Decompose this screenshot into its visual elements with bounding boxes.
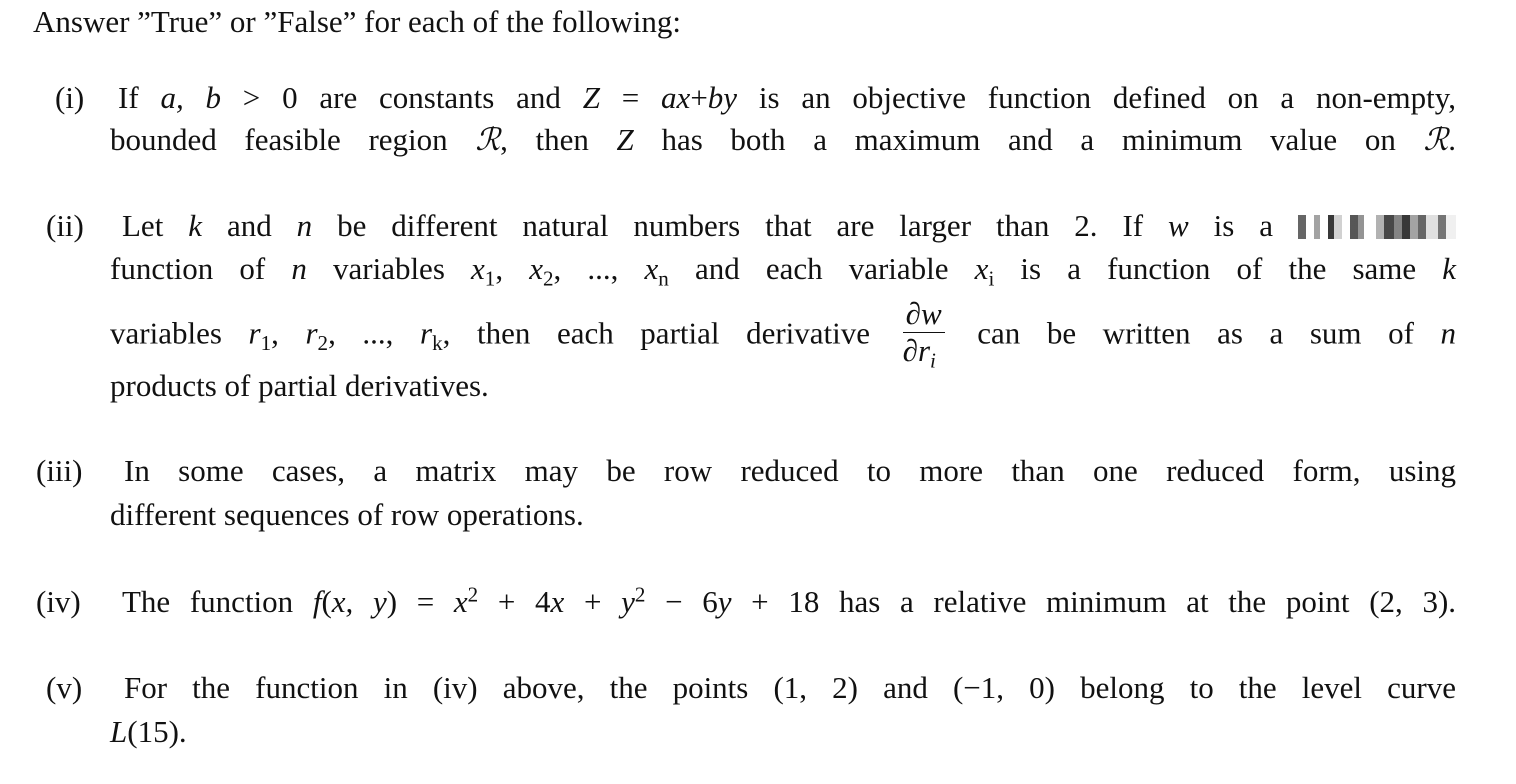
item-label: (v) <box>46 670 83 705</box>
text: , then each partial derivative <box>442 315 871 351</box>
text: variables <box>306 251 472 286</box>
math-var: r <box>305 315 318 351</box>
text: = <box>599 80 662 115</box>
math-var: y <box>717 584 732 619</box>
text: and <box>202 208 297 243</box>
math-var: y <box>621 584 635 619</box>
text: ( <box>321 584 332 619</box>
math-var: x <box>471 251 485 286</box>
math-var: x <box>453 584 468 619</box>
text: bounded feasible region <box>110 122 476 157</box>
question-text-line: The function f(x, y) = x2 + 4x + y2 − 6y… <box>122 584 1456 620</box>
math-var: x <box>974 251 989 286</box>
subscript: k <box>432 330 443 355</box>
text: and each variable <box>668 251 975 286</box>
text: If <box>118 80 161 115</box>
text: has both a maximum and a minimum value o… <box>633 122 1424 157</box>
text: , then <box>500 122 617 157</box>
subscript: 2 <box>317 330 329 355</box>
subscript: 2 <box>542 266 554 291</box>
text: In some cases, a matrix may be row reduc… <box>124 453 1456 488</box>
text: For the function in (iv) above, the poin… <box>124 670 1456 705</box>
text: > 0 are constants and <box>221 80 583 115</box>
text: is a function of the same <box>994 251 1443 286</box>
item-label: (i) <box>55 80 85 115</box>
text: variables <box>110 315 249 351</box>
math-var: L <box>110 714 128 749</box>
math-var: x <box>644 251 659 286</box>
math-var: ℛ <box>1423 122 1449 158</box>
math-var: k <box>1442 251 1457 286</box>
subscript: n <box>658 266 669 291</box>
fraction-numerator: ∂w <box>902 296 945 333</box>
text: ) = <box>386 584 454 619</box>
partial-derivative-fraction: ∂w ∂ri <box>902 296 945 371</box>
text: different sequences of row operations. <box>110 497 584 532</box>
text: , ..., <box>328 315 421 351</box>
question-text-line: bounded feasible region ℛ, then Z has bo… <box>110 122 1456 158</box>
text: The function <box>122 584 313 619</box>
item-label: (ii) <box>46 208 84 243</box>
math-var: x <box>550 584 565 619</box>
math-var: w <box>1168 208 1189 243</box>
question-text-line: variables r1, r2, ..., rk, then each par… <box>110 296 1457 372</box>
redacted-word-image <box>1298 215 1456 239</box>
math-var: Z <box>616 122 634 157</box>
text: + <box>690 80 708 115</box>
math-var: x, y <box>331 584 387 619</box>
text: ∂r <box>902 332 931 368</box>
text: + 18 has a relative minimum at the point… <box>731 584 1457 619</box>
math-var: x <box>529 251 543 286</box>
comma: , <box>271 315 306 351</box>
math-var: ax <box>661 80 691 115</box>
subscript: 1 <box>260 330 272 355</box>
text: . <box>1448 122 1456 157</box>
math-var: by <box>707 80 738 115</box>
text: be different natural numbers that are la… <box>312 208 1169 243</box>
math-var: Z <box>582 80 600 115</box>
question-text-line: If a, b > 0 are constants and Z = ax+by … <box>118 80 1456 116</box>
question-text-line: different sequences of row operations. <box>110 497 1456 533</box>
item-label: (iv) <box>36 584 81 619</box>
question-text-line: L(15). <box>110 714 1456 750</box>
question-text-line: For the function in (iv) above, the poin… <box>124 670 1456 706</box>
text: + 4 <box>478 584 551 619</box>
math-var: r <box>420 315 433 351</box>
text: , ..., <box>553 251 645 286</box>
text: products of partial derivatives. <box>110 368 489 403</box>
fraction-denominator: ∂ri <box>902 332 945 371</box>
text: (15). <box>127 714 187 749</box>
superscript: 2 <box>467 582 479 607</box>
comma: , <box>495 251 530 286</box>
math-var: r <box>248 315 261 351</box>
text: Let <box>122 208 189 243</box>
superscript: 2 <box>634 582 646 607</box>
math-var: n <box>296 208 313 243</box>
text: − 6 <box>645 584 718 619</box>
text: is an objective function defined on a no… <box>737 80 1457 115</box>
math-var: k <box>188 208 203 243</box>
item-label: (iii) <box>36 453 83 488</box>
question-text-line: In some cases, a matrix may be row reduc… <box>124 453 1456 489</box>
text: function of <box>110 251 292 286</box>
question-text-line: Let k and n be different natural numbers… <box>122 208 1456 244</box>
math-var: n <box>1440 315 1457 351</box>
text: is a <box>1188 208 1298 243</box>
question-text-line: function of n variables x1, x2, ..., xn … <box>110 251 1457 289</box>
subscript: 1 <box>484 266 496 291</box>
instructions-heading: Answer ”True” or ”False” for each of the… <box>33 4 681 39</box>
text: can be written as a sum of <box>977 315 1441 351</box>
text: + <box>564 584 622 619</box>
math-var: n <box>291 251 307 286</box>
question-text-line: products of partial derivatives. <box>110 368 1456 404</box>
math-var: a, b <box>160 80 221 115</box>
math-var: ℛ <box>475 122 501 158</box>
